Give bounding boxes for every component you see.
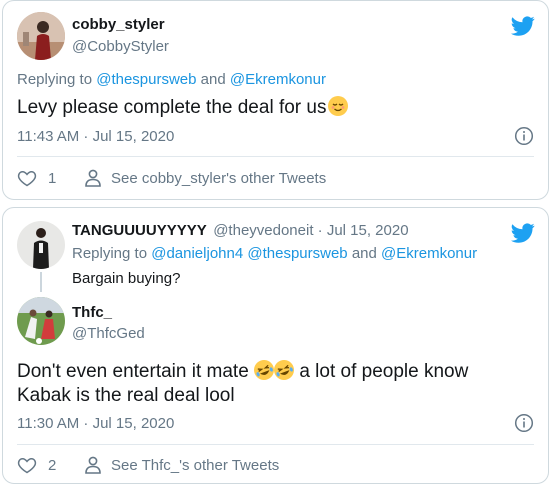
other-tweets-link[interactable]: See Thfc_'s other Tweets — [83, 455, 279, 475]
timestamp[interactable]: 11:30 AM · Jul 15, 2020 — [17, 415, 174, 432]
info-icon[interactable] — [514, 413, 534, 433]
other-tweets-label: See Thfc_'s other Tweets — [111, 456, 280, 474]
like-button[interactable]: 2 — [17, 455, 56, 475]
tweet-text-part1: Don't even entertain it mate — [17, 361, 249, 382]
person-icon — [83, 168, 103, 188]
divider — [17, 156, 534, 157]
other-tweets-label: See cobby_styler's other Tweets — [111, 169, 327, 187]
user-handle[interactable]: @ThfcGed — [72, 325, 145, 342]
display-name[interactable]: Thfc_ — [72, 304, 112, 321]
avatar[interactable] — [17, 12, 65, 60]
tweet-text-content: Levy please complete the deal for us — [17, 97, 327, 118]
relieved-face-icon — [328, 96, 349, 116]
replying-prefix: Replying to — [72, 245, 148, 262]
heart-icon — [17, 168, 37, 188]
twitter-bird-icon[interactable] — [511, 221, 535, 245]
like-button[interactable]: 1 — [17, 168, 56, 188]
like-count: 2 — [48, 456, 57, 474]
like-count: 1 — [48, 169, 57, 187]
replying-to: Replying to @thespursweb and @Ekremkonur — [17, 71, 326, 88]
mention-link[interactable]: @Ekremkonur — [230, 71, 326, 88]
person-icon — [83, 455, 103, 475]
mention-link[interactable]: @thespursweb — [96, 71, 196, 88]
other-tweets-link[interactable]: See cobby_styler's other Tweets — [83, 168, 326, 188]
quoted-header: TANGUUUUYYYYY @theyvedoneit · Jul 15, 20… — [72, 222, 409, 240]
quoted-tweet-text: Bargain buying? — [72, 270, 181, 287]
quoted-replying-to: Replying to @danieljohn4 @thespursweb an… — [72, 245, 477, 262]
rolling-on-floor-laughing-icon — [271, 357, 297, 383]
info-icon[interactable] — [514, 126, 534, 146]
tweet-card-2: TANGUUUUYYYYY @theyvedoneit · Jul 15, 20… — [2, 207, 549, 484]
twitter-bird-icon[interactable] — [511, 14, 535, 38]
heart-icon — [17, 455, 37, 475]
replying-and: and — [351, 245, 377, 262]
tweet-text-line2: Kabak is the real deal lool — [17, 385, 235, 406]
tweet-card-1: cobby_styler @CobbyStyler Replying to @t… — [2, 0, 549, 200]
mention-link[interactable]: @thespursweb — [247, 245, 347, 262]
tweet-text: Levy please complete the deal for us — [17, 96, 349, 120]
tweet-text: Don't even entertain it mate a lot of pe… — [17, 357, 469, 384]
tweet-text-part2: a lot of people know — [299, 361, 469, 382]
mention-link[interactable]: @danieljohn4 — [151, 245, 243, 262]
divider — [17, 444, 534, 445]
quoted-avatar[interactable] — [17, 221, 65, 269]
display-name[interactable]: cobby_styler — [72, 16, 165, 33]
mention-link[interactable]: @Ekremkonur — [381, 245, 477, 262]
replying-prefix: Replying to — [17, 71, 93, 88]
user-handle[interactable]: @CobbyStyler — [72, 38, 169, 55]
quoted-handle-date[interactable]: @theyvedoneit · Jul 15, 2020 — [213, 222, 408, 239]
thread-line — [40, 272, 42, 292]
timestamp[interactable]: 11:43 AM · Jul 15, 2020 — [17, 128, 174, 145]
replying-and: and — [200, 71, 226, 88]
avatar[interactable] — [17, 297, 65, 345]
quoted-display-name[interactable]: TANGUUUUYYYYY — [72, 222, 207, 239]
